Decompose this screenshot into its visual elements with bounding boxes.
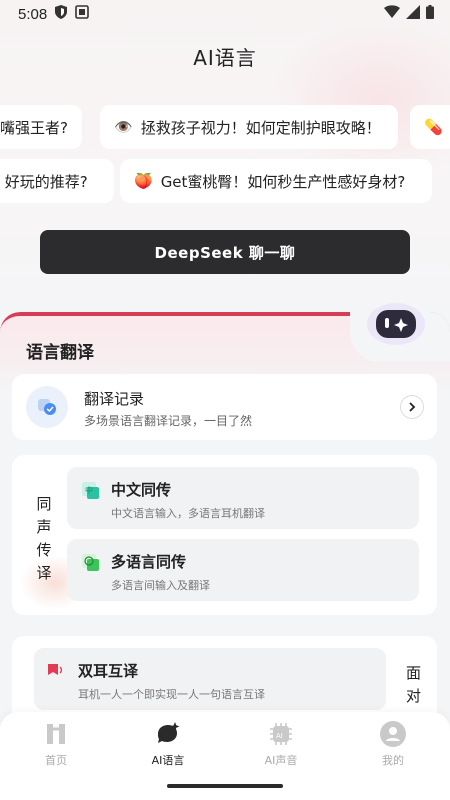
suggestion-chip[interactable]: 嘴强王者? xyxy=(0,105,82,149)
record-subtitle: 多场景语言翻译记录，一目了然 xyxy=(84,414,253,428)
suggestion-text: 拯救孩子视力！如何定制护眼攻略！ xyxy=(140,118,381,137)
simultaneous-interpretation-card: 同 声 传 译 中 中文同传 中文语言输入，多语言耳机翻译 多语言同传 多语言间… xyxy=(12,455,437,615)
chinese-simultaneous-desc: 中文语言输入，多语言耳机翻译 xyxy=(111,507,265,520)
tab-home[interactable]: 首页 xyxy=(11,720,101,774)
page-title: AI语言 xyxy=(193,46,257,70)
dual-ear-translation-button[interactable]: 双耳互译 耳机一人一个即实现一人一句语言互译 xyxy=(34,648,386,710)
record-title: 翻译记录 xyxy=(84,390,145,408)
home-icon xyxy=(42,720,70,748)
signal-icon xyxy=(406,5,420,23)
svg-text:AI: AI xyxy=(276,732,283,740)
eye-emoji-icon: 👁️ xyxy=(114,118,133,136)
chinese-language-icon: 中 xyxy=(81,481,101,501)
globe-language-icon xyxy=(81,553,101,573)
multi-language-simultaneous-button[interactable]: 多语言同传 多语言间输入及翻译 xyxy=(67,539,419,601)
multi-simultaneous-title: 多语言同传 xyxy=(111,553,187,571)
tab-mine[interactable]: 我的 xyxy=(348,720,438,774)
suggestion-text: Get蜜桃臀！如何秒生产性感好身材? xyxy=(160,172,406,191)
chinese-simultaneous-title: 中文同传 xyxy=(111,481,172,499)
chinese-simultaneous-button[interactable]: 中 中文同传 中文语言输入，多语言耳机翻译 xyxy=(67,467,419,529)
pill-emoji-icon: 💊 xyxy=(424,118,443,136)
suggestion-chip[interactable]: 👁️ 拯救孩子视力！如何定制护眼攻略！ xyxy=(100,105,398,149)
dual-ear-title: 双耳互译 xyxy=(78,662,139,680)
suggestion-row-2: 好玩的推荐? 🍑 Get蜜桃臀！如何秒生产性感好身材? xyxy=(0,159,450,203)
multi-simultaneous-desc: 多语言间输入及翻译 xyxy=(111,579,210,592)
face-to-face-side-label[interactable]: 面 对 xyxy=(406,662,426,708)
screenshot-icon xyxy=(75,5,90,23)
flag-sound-icon xyxy=(46,662,66,682)
suggestion-text: 好玩的推荐? xyxy=(0,172,88,191)
translation-record-card[interactable]: 翻译记录 多场景语言翻译记录，一目了然 xyxy=(12,374,437,440)
svg-text:中: 中 xyxy=(85,485,93,495)
wifi-icon xyxy=(384,5,400,23)
simultaneous-side-label: 同 声 传 译 xyxy=(36,495,52,582)
home-indicator[interactable] xyxy=(167,784,283,788)
suggestion-text: 嘴强王者? xyxy=(0,118,68,137)
suggestion-chip[interactable]: 好玩的推荐? xyxy=(0,159,114,203)
user-icon xyxy=(379,720,407,748)
suggestion-chip[interactable]: 💊 xyxy=(410,105,450,149)
chevron-right-icon[interactable] xyxy=(401,396,423,418)
status-time: 5:08 xyxy=(18,5,48,23)
deepseek-chat-button[interactable]: DeepSeek 聊一聊 xyxy=(40,230,410,274)
battery-icon xyxy=(426,5,434,23)
peach-emoji-icon: 🍑 xyxy=(134,172,153,190)
suggestion-row-1: 嘴强王者? 👁️ 拯救孩子视力！如何定制护眼攻略！ 💊 xyxy=(0,105,450,149)
ai-chip-icon: AI xyxy=(267,720,295,748)
shield-icon xyxy=(55,5,68,23)
tab-ai-voice[interactable]: AI AI声音 xyxy=(236,720,326,774)
dual-ear-desc: 耳机一人一个即实现一人一句语言互译 xyxy=(78,688,265,701)
status-bar: 5:08 xyxy=(0,0,450,28)
suggestion-chip[interactable]: 🍑 Get蜜桃臀！如何秒生产性感好身材? xyxy=(120,159,432,203)
robot-assistant-icon[interactable] xyxy=(366,298,426,346)
tab-ai-language[interactable]: AI语言 xyxy=(123,720,213,774)
chat-sparkle-icon xyxy=(154,720,182,748)
translation-record-icon xyxy=(26,386,68,428)
section-title: 语言翻译 xyxy=(26,343,94,363)
